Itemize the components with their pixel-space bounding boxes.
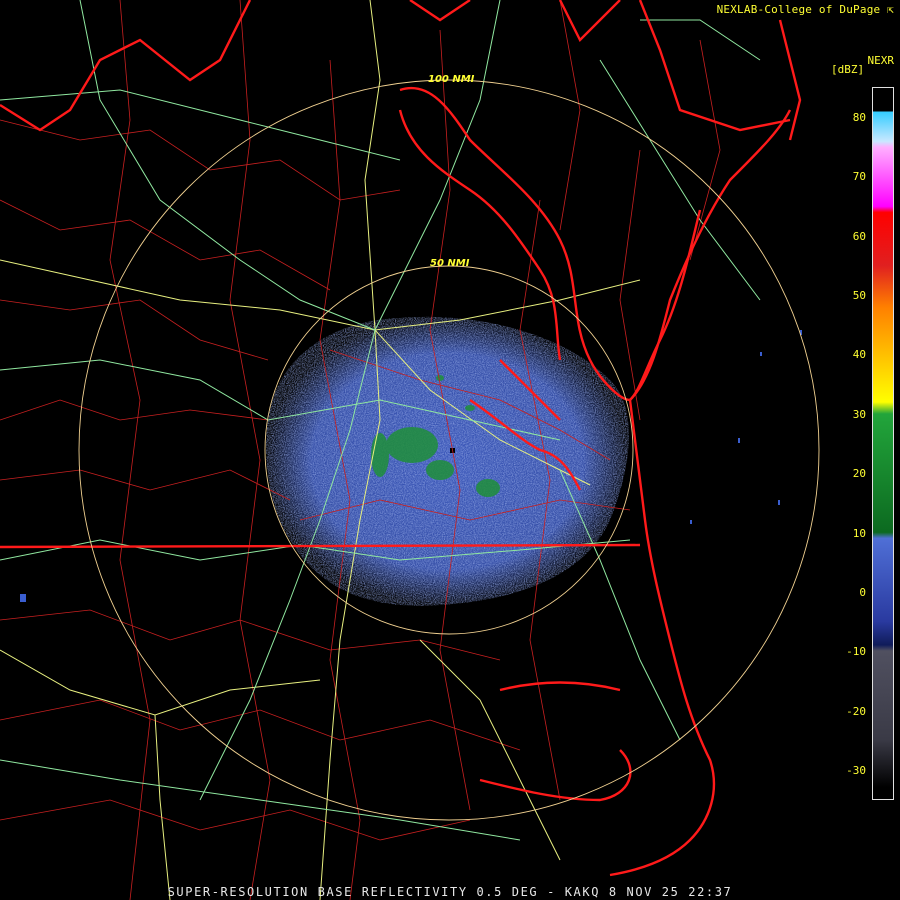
- reflectivity-echoes: [20, 316, 802, 606]
- scale-tick--20: -20: [846, 704, 866, 718]
- scale-tick-80: 80: [852, 110, 866, 124]
- scale-tick-60: 60: [852, 229, 866, 243]
- scale-tick-30: 30: [852, 407, 866, 421]
- scale-tick-50: 50: [852, 288, 866, 302]
- legend-unit: [dBZ]: [831, 63, 865, 76]
- scale-tick-70: 70: [852, 170, 866, 184]
- scale-tick-20: 20: [852, 467, 866, 481]
- scale-tick-40: 40: [852, 348, 866, 362]
- scale-tick-10: 10: [852, 526, 866, 540]
- scale-tick--30: -30: [846, 764, 866, 778]
- scale-tick--10: -10: [846, 645, 866, 659]
- radar-map[interactable]: [0, 0, 900, 900]
- range-ring-label-50: 50 NMI: [430, 258, 470, 269]
- color-scale-bar: [872, 87, 894, 800]
- product-title: SUPER-RESOLUTION BASE REFLECTIVITY 0.5 D…: [167, 885, 733, 899]
- radar-viewer: NEXLAB-College of DuPage ⇱ 50 NMI 100 NM…: [0, 0, 900, 900]
- range-ring-label-100: 100 NMI: [428, 74, 475, 85]
- credit-label: NEXLAB-College of DuPage ⇱: [716, 3, 894, 16]
- external-link-icon: ⇱: [887, 3, 894, 16]
- scale-tick-0: 0: [859, 586, 866, 600]
- legend-product: NEXR: [867, 54, 895, 67]
